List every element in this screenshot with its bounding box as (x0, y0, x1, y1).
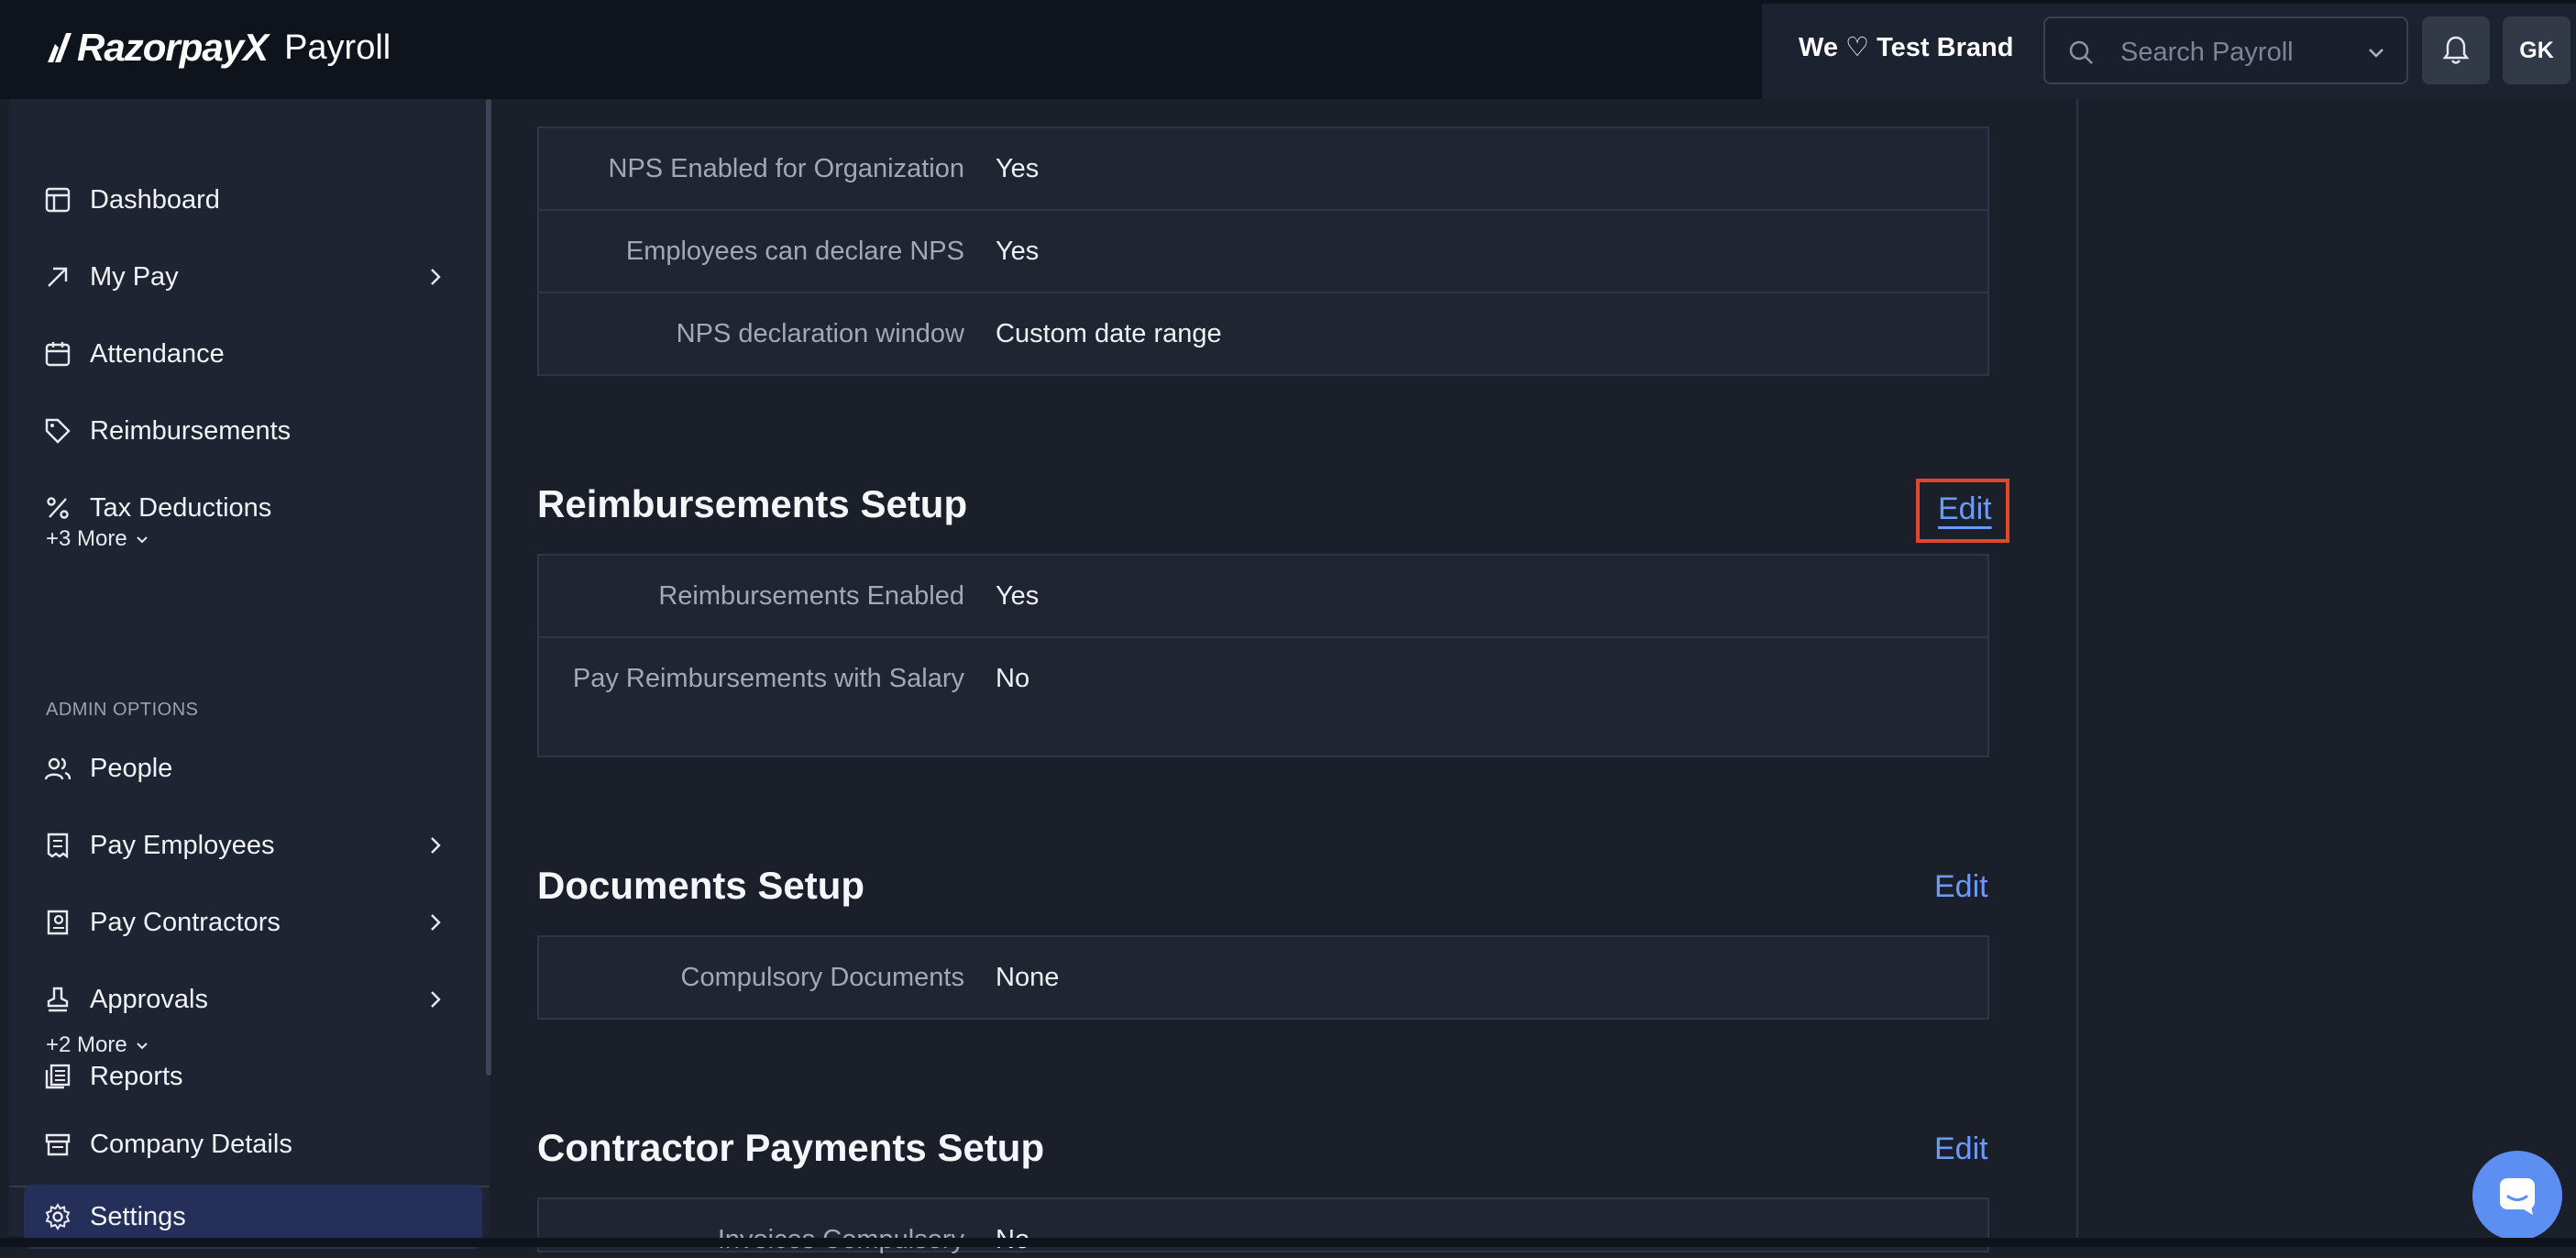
bell-icon (2442, 36, 2470, 64)
setting-value: None (996, 963, 1060, 992)
setting-value: No (996, 664, 1030, 693)
reimbursements-setup-title: Reimbursements Setup (537, 482, 968, 525)
razorpay-logo-icon (48, 33, 72, 62)
chevron-down-icon (137, 1042, 148, 1050)
setting-row: Employees can declare NPS Yes (539, 211, 1987, 293)
content-divider (2076, 99, 2078, 1247)
contractor-payments-setup-title: Contractor Payments Setup (537, 1126, 1045, 1169)
sidebar: Dashboard My Pay Attendance Reimbursemen… (9, 99, 490, 1249)
sidebar-item-label: Pay Employees (90, 831, 275, 860)
documents-setup-title: Documents Setup (537, 864, 865, 907)
admin-options-label: ADMIN OPTIONS (46, 700, 199, 720)
product-name: Payroll (284, 28, 391, 67)
documents-edit-button[interactable]: Edit (1934, 869, 1988, 905)
contractor-payments-edit-button[interactable]: Edit (1934, 1131, 1988, 1167)
sidebar-item-label: Reports (90, 1062, 183, 1091)
setting-row: Reimbursements Enabled Yes (539, 556, 1987, 638)
sidebar-item-dashboard[interactable]: Dashboard (9, 168, 490, 232)
chat-icon (2500, 1178, 2535, 1215)
setting-value: Yes (996, 154, 1040, 183)
documents-settings-card: Compulsory Documents None (537, 935, 1989, 1020)
sidebar-item-label: Pay Contractors (90, 908, 281, 937)
more-label: +2 More (46, 1032, 127, 1057)
setting-value: Yes (996, 581, 1040, 611)
setting-row: NPS declaration window Custom date range (539, 293, 1987, 374)
chevron-down-icon (137, 535, 148, 544)
search-placeholder: Search Payroll (2120, 38, 2294, 67)
sidebar-item-label: Approvals (90, 985, 208, 1014)
setting-key: Compulsory Documents (680, 963, 964, 992)
search-icon (2069, 40, 2093, 64)
notifications-button[interactable] (2422, 17, 2490, 84)
sidebar-item-my-pay[interactable]: My Pay (9, 245, 490, 309)
sidebar-item-label: Dashboard (90, 185, 220, 215)
sidebar-item-label: Tax Deductions (90, 493, 272, 523)
bottom-edge (0, 1238, 2576, 1247)
calendar-icon (45, 342, 71, 367)
reimbursements-settings-card: Reimbursements Enabled Yes Pay Reimburse… (537, 554, 1989, 757)
setting-key: NPS Enabled for Organization (608, 154, 965, 183)
reports-icon (45, 1064, 71, 1089)
sidebar-item-label: My Pay (90, 262, 179, 292)
receipt-icon (47, 833, 69, 859)
sidebar-item-label: Reimbursements (90, 416, 292, 446)
header-actions: We ♡ Test Brand Search Payroll GK (1762, 4, 2576, 99)
arrow-up-right-icon (48, 267, 68, 287)
sidebar-item-label: Attendance (90, 339, 225, 369)
chevron-right-icon (431, 914, 441, 931)
stamp-icon (47, 987, 69, 1012)
setting-row: NPS Enabled for Organization Yes (539, 128, 1987, 211)
sidebar-item-approvals[interactable]: Approvals (9, 967, 490, 1032)
chat-launcher-button[interactable] (2472, 1151, 2562, 1241)
sidebar-item-pay-contractors[interactable]: Pay Contractors (9, 890, 490, 955)
reimbursements-edit-button[interactable]: Edit (1938, 491, 1992, 527)
avatar[interactable]: GK (2503, 17, 2570, 84)
more-label: +3 More (46, 526, 127, 551)
setting-key: NPS declaration window (676, 319, 964, 348)
sidebar-item-pay-employees[interactable]: Pay Employees (9, 813, 490, 877)
sidebar-item-label: Company Details (90, 1130, 292, 1159)
nps-settings-card: NPS Enabled for Organization Yes Employe… (537, 127, 1989, 376)
more-toggle-1[interactable]: +3 More (46, 526, 149, 552)
brand-name[interactable]: We ♡ Test Brand (1799, 31, 2013, 63)
logo-text: RazorpayX (77, 26, 269, 69)
sidebar-item-label: People (90, 754, 173, 783)
percent-icon (47, 497, 69, 519)
chevron-right-icon (431, 837, 441, 854)
setting-value: Yes (996, 237, 1040, 266)
contractor-icon (47, 910, 69, 935)
chevron-right-icon (431, 269, 441, 285)
sidebar-item-people[interactable]: People (9, 736, 490, 800)
more-toggle-2[interactable]: +2 More (46, 1032, 149, 1058)
setting-key: Employees can declare NPS (625, 237, 964, 266)
top-bar: RazorpayX Payroll We ♡ Test Brand Search… (0, 0, 2576, 99)
tag-icon (45, 418, 71, 444)
setting-row: Compulsory Documents None (539, 937, 1987, 1018)
razorpayx-logo[interactable]: RazorpayX Payroll (44, 20, 391, 75)
people-icon (44, 757, 72, 780)
search-input[interactable]: Search Payroll (2043, 17, 2408, 84)
sidebar-item-reimbursements[interactable]: Reimbursements (9, 399, 490, 463)
sidebar-item-attendance[interactable]: Attendance (9, 322, 490, 386)
chevron-right-icon (431, 991, 441, 1008)
dashboard-icon (45, 187, 71, 213)
setting-key: Reimbursements Enabled (658, 581, 964, 611)
sidebar-item-label: Settings (90, 1202, 186, 1231)
setting-row: Pay Reimbursements with Salary No (539, 638, 1987, 756)
store-icon (45, 1133, 71, 1156)
sidebar-item-company-details[interactable]: Company Details (9, 1112, 490, 1176)
gear-icon (45, 1203, 71, 1230)
edit-highlight-box: Edit (1916, 479, 2009, 543)
chevron-down-icon[interactable] (2366, 42, 2386, 62)
setting-value: Custom date range (996, 319, 1222, 348)
sidebar-scrollbar[interactable] (486, 99, 491, 1076)
setting-key: Pay Reimbursements with Salary (572, 664, 964, 693)
